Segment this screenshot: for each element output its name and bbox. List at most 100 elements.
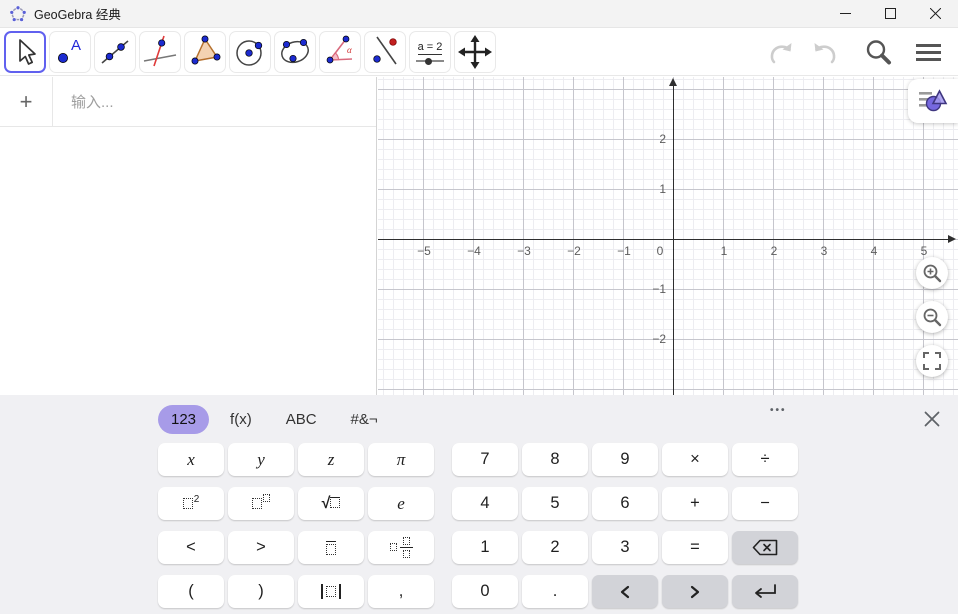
key-minus[interactable]: − (732, 487, 798, 520)
key-8[interactable]: 8 (522, 443, 588, 476)
key-9[interactable]: 9 (592, 443, 658, 476)
origin-label: 0 (657, 244, 664, 258)
key-square[interactable]: 2 (158, 487, 224, 520)
y-axis-arrow (669, 78, 677, 86)
keyboard-tab-123[interactable]: 123 (158, 405, 209, 434)
toolbar-right (764, 34, 946, 70)
key-4[interactable]: 4 (452, 487, 518, 520)
key-equals[interactable]: = (662, 531, 728, 564)
tool-move[interactable] (4, 31, 46, 73)
tool-angle[interactable]: α (319, 31, 361, 73)
minimize-button[interactable] (823, 0, 868, 28)
key-power[interactable] (228, 487, 294, 520)
keyboard-more-button[interactable]: ••• (770, 405, 787, 416)
key-6[interactable]: 6 (592, 487, 658, 520)
tool-point[interactable]: A (49, 31, 91, 73)
x-axis (378, 239, 949, 241)
x-tick-label: −1 (617, 244, 631, 258)
keyboard-tab-fx[interactable]: f(x) (217, 405, 265, 434)
graphics-view[interactable]: −5−4−3−2−11234521−1−2 0 (378, 77, 958, 395)
x-tick-label: 1 (721, 244, 728, 258)
tool-polygon[interactable] (184, 31, 226, 73)
slider-icon-label: a = 2 (418, 42, 443, 55)
undo-icon (767, 37, 797, 67)
search-button[interactable] (860, 34, 896, 70)
key-arrow-left[interactable] (592, 575, 658, 608)
redo-button[interactable] (806, 34, 842, 70)
y-tick-label: −1 (652, 282, 666, 296)
key-y[interactable]: y (228, 443, 294, 476)
close-button[interactable] (913, 0, 958, 28)
key-5[interactable]: 5 (522, 487, 588, 520)
window-controls (823, 0, 958, 28)
key-plus[interactable]: + (662, 487, 728, 520)
keyboard-numpad-block: 789×÷ 456+− 123= 0. (452, 443, 798, 608)
keyboard-tab-symbols[interactable]: #&¬ (338, 405, 391, 434)
zoom-out-icon (922, 307, 942, 327)
tool-line[interactable] (94, 31, 136, 73)
ellipse-icon (276, 33, 314, 71)
hamburger-menu-icon (913, 37, 943, 67)
tool-circle-with-center[interactable] (229, 31, 271, 73)
key-0[interactable]: 0 (452, 575, 518, 608)
key-sqrt[interactable]: √ (298, 487, 364, 520)
key-e[interactable]: e (368, 487, 434, 520)
x-tick-label: 5 (921, 244, 928, 258)
key-arrow-right[interactable] (662, 575, 728, 608)
key-less-than[interactable]: < (158, 531, 224, 564)
keyboard-tab-abc[interactable]: ABC (273, 405, 330, 434)
key-multiply[interactable]: × (662, 443, 728, 476)
key-paren-close[interactable]: ) (228, 575, 294, 608)
svg-text:α: α (347, 45, 352, 55)
key-abs[interactable] (298, 575, 364, 608)
key-comma[interactable]: , (368, 575, 434, 608)
graphics-style-icon (918, 87, 948, 115)
graphics-settings-button[interactable] (908, 79, 958, 123)
key-3[interactable]: 3 (592, 531, 658, 564)
tool-group: A (4, 31, 496, 73)
algebra-input-placeholder[interactable]: 输入... (71, 91, 114, 112)
key-recurring-decimal[interactable] (298, 531, 364, 564)
view-controls (916, 257, 948, 377)
y-tick-label: 2 (659, 132, 666, 146)
point-icon: A (51, 33, 89, 71)
key-z[interactable]: z (298, 443, 364, 476)
algebra-input-row[interactable]: + 输入... (0, 77, 376, 127)
x-tick-label: −2 (567, 244, 581, 258)
tool-slider[interactable]: a = 2 (409, 31, 451, 73)
maximize-button[interactable] (868, 0, 913, 28)
key-x[interactable]: x (158, 443, 224, 476)
zoom-out-button[interactable] (916, 301, 948, 333)
zoom-in-icon (922, 263, 942, 283)
svg-text:A: A (71, 37, 81, 54)
undo-button[interactable] (764, 34, 800, 70)
key-greater-than[interactable]: > (228, 531, 294, 564)
key-divide[interactable]: ÷ (732, 443, 798, 476)
tool-reflect-about-line[interactable] (364, 31, 406, 73)
geogebra-window: GeoGebra 经典 A (0, 0, 958, 614)
zoom-in-button[interactable] (916, 257, 948, 289)
tool-move-graphics-view[interactable] (454, 31, 496, 73)
key-backspace[interactable] (732, 531, 798, 564)
key-decimal-point[interactable]: . (522, 575, 588, 608)
keyboard-left-block: xyzπ 2 √e <>(), (158, 443, 434, 608)
key-mixed-fraction[interactable] (368, 531, 434, 564)
menu-button[interactable] (910, 34, 946, 70)
plus-icon[interactable]: + (0, 89, 52, 115)
key-2[interactable]: 2 (522, 531, 588, 564)
polygon-icon (186, 33, 224, 71)
keyboard-tabs: 123 f(x) ABC #&¬ (158, 403, 391, 435)
tool-conic-through-points[interactable] (274, 31, 316, 73)
key-7[interactable]: 7 (452, 443, 518, 476)
angle-icon: α (321, 33, 359, 71)
keyboard-close-button[interactable] (916, 403, 948, 435)
key-pi[interactable]: π (368, 443, 434, 476)
key-paren-open[interactable]: ( (158, 575, 224, 608)
x-tick-label: 2 (771, 244, 778, 258)
fullscreen-button[interactable] (916, 345, 948, 377)
cursor-icon (6, 33, 44, 71)
x-tick-label: 3 (821, 244, 828, 258)
key-enter[interactable] (732, 575, 798, 608)
key-1[interactable]: 1 (452, 531, 518, 564)
tool-perpendicular-line[interactable] (139, 31, 181, 73)
